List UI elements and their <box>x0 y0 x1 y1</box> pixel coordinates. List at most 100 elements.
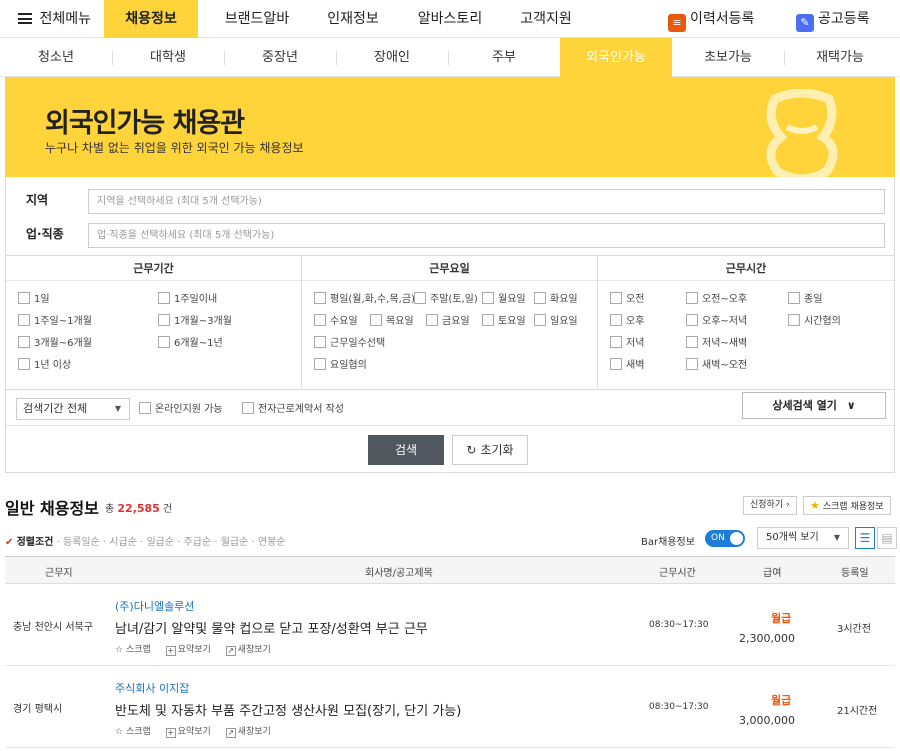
period-1week-checkbox[interactable]: 1주일이내 <box>158 292 217 306</box>
count-suffix: 건 <box>163 504 173 515</box>
resume-register-button[interactable]: ≡ 이력서등록 <box>668 7 754 32</box>
grid-view-icon[interactable]: ▤ <box>877 527 897 549</box>
job-post-register-button[interactable]: ✎ 공고등록 <box>796 7 870 32</box>
bar-jobs-toggle[interactable]: ON <box>705 530 745 547</box>
scrap-jobs-button[interactable]: ★ 스크랩 채용정보 <box>803 496 891 515</box>
sort-daily[interactable]: 일급순 <box>146 537 174 548</box>
check-icon: ✔ <box>5 537 14 548</box>
checkbox-label: 오후 <box>626 316 645 327</box>
checkbox-label: 목요일 <box>386 316 414 327</box>
region-input[interactable]: 지역을 선택하세요 (최대 5개 선택가능) <box>88 189 885 214</box>
online-apply-checkbox[interactable]: 온라인지원 가능 <box>139 402 223 416</box>
time-evening-checkbox[interactable]: 저녁 <box>610 336 644 350</box>
days-monday-checkbox[interactable]: 월요일 <box>482 292 526 306</box>
job-actions: ☆ 스크랩 + 요약보기 ↗ 새창보기 <box>115 724 283 738</box>
subtab-disabled[interactable]: 장애인 <box>336 38 448 77</box>
period-1year-plus-checkbox[interactable]: 1년 이상 <box>18 358 71 372</box>
time-dawn-morning-checkbox[interactable]: 새벽~오전 <box>686 358 747 372</box>
days-negotiable-checkbox[interactable]: 요일협의 <box>314 358 367 372</box>
reset-button[interactable]: ↻ 초기화 <box>452 435 528 465</box>
search-button[interactable]: 검색 <box>368 435 444 465</box>
e-contract-checkbox[interactable]: 전자근로계약서 작성 <box>242 402 344 416</box>
new-window-button[interactable]: ↗ 새창보기 <box>225 645 271 656</box>
time-evening-dawn-checkbox[interactable]: 저녁~새벽 <box>686 336 747 350</box>
days-weekday-checkbox[interactable]: 평일(월,화,수,목,금) <box>314 292 415 306</box>
subtab-teen[interactable]: 청소년 <box>0 38 112 77</box>
sort-registered[interactable]: 등록일순 <box>63 537 100 548</box>
new-window-icon: ↗ <box>225 728 236 738</box>
tab-talent-info[interactable]: 인재정보 <box>306 0 400 38</box>
sort-weekly[interactable]: 주급순 <box>184 537 212 548</box>
column-company-title: 회사명/공고제목 <box>365 568 433 579</box>
period-1week-1month-checkbox[interactable]: 1주일~1개월 <box>18 314 92 328</box>
checkbox-label: 1년 이상 <box>34 360 72 371</box>
scrap-button[interactable]: ☆ 스크랩 <box>115 727 151 737</box>
job-title-link[interactable]: 반도체 및 자동차 부품 주간고정 생산사원 모집(장기, 단기 가능) <box>115 700 461 719</box>
all-menu-button[interactable]: 전체메뉴 <box>18 0 91 38</box>
search-panel: 지역 지역을 선택하세요 (최대 5개 선택가능) 업·직종 업·직종을 선택하… <box>5 177 895 473</box>
subtab-foreigner[interactable]: 외국인가능 <box>560 38 672 77</box>
subtab-homemaker[interactable]: 주부 <box>448 38 560 77</box>
checkbox-box <box>18 358 30 370</box>
table-row[interactable]: 경기 평택시 주식회사 이지잡 반도체 및 자동차 부품 주간고정 생산사원 모… <box>5 666 895 748</box>
table-row[interactable]: 충남 천안시 서북구 (주)다니엘솔루션 남녀/감기 알약및 물약 컵으로 닫고… <box>5 584 895 666</box>
search-period-select[interactable]: 검색기간 전체 ▼ <box>16 398 130 420</box>
summary-label: 요약보기 <box>177 645 211 655</box>
summary-button[interactable]: + 요약보기 <box>165 727 211 738</box>
subtab-college[interactable]: 대학생 <box>112 38 224 77</box>
period-3-6month-checkbox[interactable]: 3개월~6개월 <box>18 336 92 350</box>
days-saturday-checkbox[interactable]: 토요일 <box>482 314 526 328</box>
new-window-button[interactable]: ↗ 새창보기 <box>225 727 271 738</box>
category-subnav: 청소년 대학생 중장년 장애인 주부 외국인가능 초보가능 재택가능 <box>0 38 900 77</box>
tab-brand-alba[interactable]: 브랜드알바 <box>210 0 304 38</box>
foreigner-banner: 외국인가능 채용관 누구나 차별 없는 취업을 위한 외국인 가능 채용정보 <box>5 77 895 177</box>
time-fullday-checkbox[interactable]: 종일 <box>788 292 822 306</box>
list-view-icon[interactable]: ☰ <box>855 527 875 549</box>
days-wednesday-checkbox[interactable]: 수요일 <box>314 314 358 328</box>
checkbox-box <box>414 292 426 304</box>
period-heading: 근무기간 <box>6 256 301 281</box>
days-thursday-checkbox[interactable]: 목요일 <box>370 314 414 328</box>
days-sunday-checkbox[interactable]: 일요일 <box>534 314 578 328</box>
apply-button[interactable]: 신청하기 › <box>743 496 797 515</box>
sort-monthly[interactable]: 월급순 <box>221 537 249 548</box>
period-1-3month-checkbox[interactable]: 1개월~3개월 <box>158 314 232 328</box>
tab-job-info[interactable]: 채용정보 <box>104 0 198 38</box>
subtab-remote[interactable]: 재택가능 <box>784 38 896 77</box>
period-6month-1year-checkbox[interactable]: 6개월~1년 <box>158 336 223 350</box>
period-1day-checkbox[interactable]: 1일 <box>18 292 50 306</box>
job-company-link[interactable]: (주)다니엘솔루션 <box>115 598 194 614</box>
time-afternoon-checkbox[interactable]: 오후 <box>610 314 644 328</box>
time-dawn-checkbox[interactable]: 새벽 <box>610 358 644 372</box>
time-afternoon-evening-checkbox[interactable]: 오후~저녁 <box>686 314 747 328</box>
checkbox-box <box>686 358 698 370</box>
scrap-button[interactable]: ☆ 스크랩 <box>115 645 151 655</box>
subtab-beginner[interactable]: 초보가능 <box>672 38 784 77</box>
days-count-select-checkbox[interactable]: 근무일수선택 <box>314 336 385 350</box>
sort-annual[interactable]: 연봉순 <box>258 537 286 548</box>
job-company-link[interactable]: 주식회사 이지잡 <box>115 680 189 696</box>
job-work-time: 08:30~17:30 <box>649 702 709 712</box>
job-type-input[interactable]: 업·직종을 선택하세요 (최대 5개 선택가능) <box>88 223 885 248</box>
checkbox-box <box>686 314 698 326</box>
subtab-middle-aged[interactable]: 중장년 <box>224 38 336 77</box>
job-title-link[interactable]: 남녀/감기 알약및 물약 컵으로 닫고 포장/성환역 부근 근무 <box>115 618 428 637</box>
sort-row: ✔ 정렬조건 · 등록일순 · 시급순 · 일급순 · 주급순 · 월급순 · … <box>5 527 897 551</box>
summary-button[interactable]: + 요약보기 <box>165 645 211 656</box>
checkbox-label: 3개월~6개월 <box>34 338 92 349</box>
sort-hourly[interactable]: 시급순 <box>109 537 137 548</box>
checkbox-label: 토요일 <box>498 316 526 327</box>
time-morning-afternoon-checkbox[interactable]: 오전~오후 <box>686 292 747 306</box>
time-negotiable-checkbox[interactable]: 시간협의 <box>788 314 841 328</box>
days-weekend-checkbox[interactable]: 주말(토,일) <box>414 292 478 306</box>
per-page-select[interactable]: 50개씩 보기 ▼ <box>757 527 849 549</box>
checkbox-label: 1주일이내 <box>174 294 218 305</box>
post-edit-icon: ✎ <box>796 14 814 32</box>
detail-search-toggle-button[interactable]: 상세검색 열기 ∨ <box>742 392 886 419</box>
tab-alba-story[interactable]: 알바스토리 <box>400 0 500 38</box>
days-friday-checkbox[interactable]: 금요일 <box>426 314 470 328</box>
tab-customer-support[interactable]: 고객지원 <box>504 0 588 38</box>
days-tuesday-checkbox[interactable]: 화요일 <box>534 292 578 306</box>
time-morning-checkbox[interactable]: 오전 <box>610 292 644 306</box>
checkbox-box <box>482 292 494 304</box>
